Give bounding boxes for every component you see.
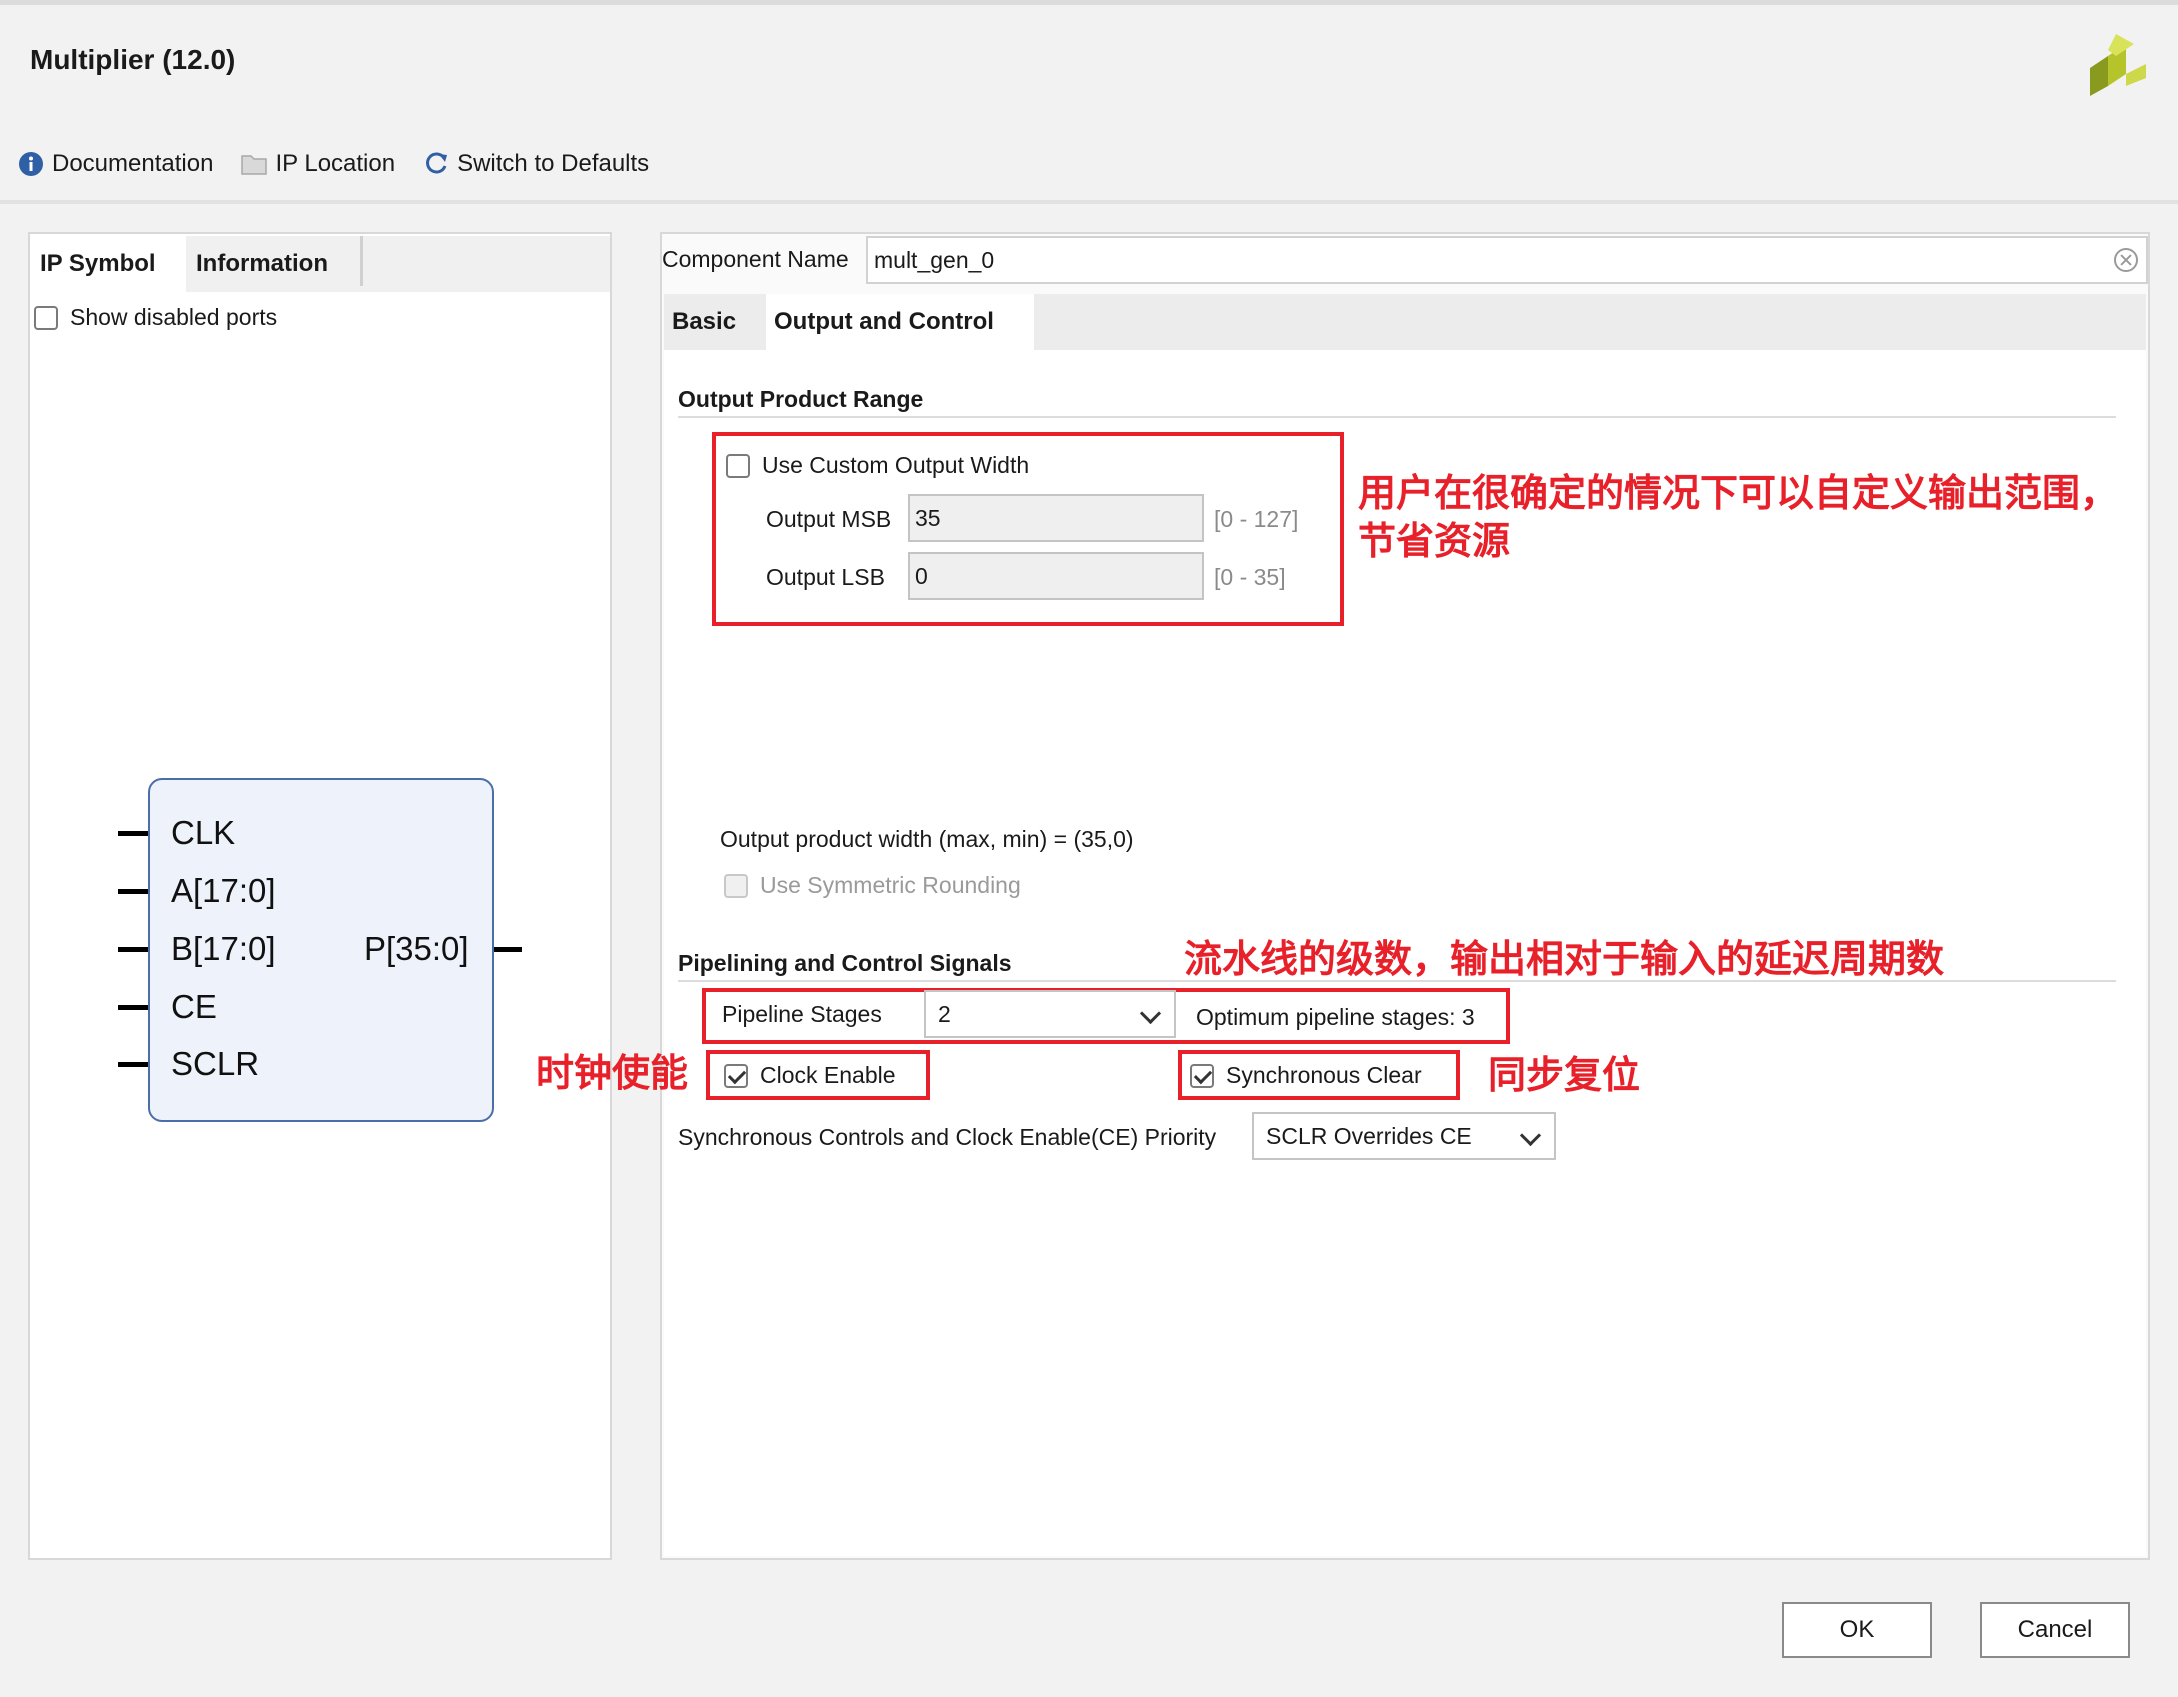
ce-pin [118,1005,148,1010]
cancel-button[interactable]: Cancel [1980,1602,2130,1658]
component-name-label: Component Name [662,246,849,272]
info-icon [19,152,43,176]
output-lsb-input[interactable]: 0 [908,552,1204,600]
pipeline-stages-value: 2 [938,1001,951,1027]
a-pin [118,889,148,894]
left-tab-bar: IP Symbol Information [30,236,610,292]
chevron-down-icon [1519,1124,1542,1147]
folder-icon [241,155,268,175]
documentation-button[interactable]: Documentation [18,150,213,178]
custom-width-note-line2: 节省资源 [1358,521,1511,563]
xilinx-logo-icon [2090,34,2146,96]
output-range-title: Output Product Range [678,386,924,412]
custom-width-note-line1: 用户在很确定的情况下可以自定义输出范围， [1358,473,2119,515]
right-tab-bar: Basic Output and Control [664,294,2146,350]
pipeline-note: 流水线的级数，输出相对于输入的延迟周期数 [1184,939,1945,981]
show-disabled-ports-option[interactable]: Show disabled ports [34,304,277,331]
use-custom-width-option[interactable]: Use Custom Output Width [726,452,1029,479]
clock-enable-label: Clock Enable [760,1062,896,1088]
ip-location-label: IP Location [275,150,396,177]
clk-pin [118,831,148,836]
p-pin [494,947,522,952]
output-msb-label: Output MSB [766,506,892,532]
clock-enable-checkbox[interactable] [724,1063,748,1088]
ok-button[interactable]: OK [1782,1602,1932,1658]
show-disabled-ports-label: Show disabled ports [70,304,278,330]
symmetric-rounding-label: Use Symmetric Rounding [760,872,1021,898]
ip-location-button[interactable]: IP Location [241,150,395,178]
component-name-value: mult_gen_0 [874,247,995,273]
port-clk: CLK [171,814,236,851]
switch-to-defaults-button[interactable]: Switch to Defaults [423,150,649,178]
sync-clear-checkbox[interactable] [1190,1063,1214,1088]
port-b: B[17:0] [171,930,276,967]
port-p: P[35:0] [364,930,469,967]
documentation-label: Documentation [52,150,214,177]
priority-label: Synchronous Controls and Clock Enable(CE… [678,1124,1217,1150]
sync-clear-option[interactable]: Synchronous Clear [1190,1062,1422,1089]
tab-ip-symbol[interactable]: IP Symbol [30,236,186,292]
priority-value: SCLR Overrides CE [1266,1123,1472,1149]
component-name-input[interactable]: mult_gen_0 [866,236,2148,284]
tab-separator [360,236,363,286]
symmetric-rounding-checkbox[interactable] [724,873,748,898]
b-pin [118,947,148,952]
optimum-stages-text: Optimum pipeline stages: 3 [1196,1004,1475,1030]
use-custom-width-checkbox[interactable] [726,453,750,478]
header-divider [0,200,2178,204]
window-title: Multiplier (12.0) [30,44,236,75]
priority-select[interactable]: SCLR Overrides CE [1252,1112,1556,1160]
switch-to-defaults-label: Switch to Defaults [457,150,650,177]
output-range-divider [678,416,2116,418]
output-width-text: Output product width (max, min) = (35,0) [720,826,1134,852]
pipelining-title: Pipelining and Control Signals [678,950,1012,976]
output-lsb-label: Output LSB [766,564,885,590]
sync-clear-note: 同步复位 [1488,1055,1641,1097]
symmetric-rounding-option[interactable]: Use Symmetric Rounding [724,872,1021,899]
clock-enable-note: 时钟使能 [536,1053,689,1095]
output-msb-input[interactable]: 35 [908,494,1204,542]
output-lsb-range: [0 - 35] [1214,564,1286,590]
use-custom-width-label: Use Custom Output Width [762,452,1030,478]
port-sclr: SCLR [171,1045,260,1082]
chevron-down-icon [1139,1002,1162,1025]
clock-enable-option[interactable]: Clock Enable [724,1062,896,1089]
refresh-icon [426,152,448,174]
output-msb-range: [0 - 127] [1214,506,1299,532]
toolbar: Documentation IP Location Switch to Defa… [18,146,649,182]
port-a: A[17:0] [171,872,276,909]
pipeline-stages-label: Pipeline Stages [722,1001,882,1027]
top-border [0,0,2178,5]
tab-information[interactable]: Information [186,236,360,292]
pipeline-stages-select[interactable]: 2 [924,990,1176,1038]
sync-clear-label: Synchronous Clear [1226,1062,1422,1088]
port-ce: CE [171,988,217,1025]
clear-icon[interactable] [2114,248,2138,272]
sclr-pin [118,1062,148,1067]
show-disabled-ports-checkbox[interactable] [34,305,58,330]
tab-basic[interactable]: Basic [664,294,766,350]
tab-output-and-control[interactable]: Output and Control [766,294,1034,350]
